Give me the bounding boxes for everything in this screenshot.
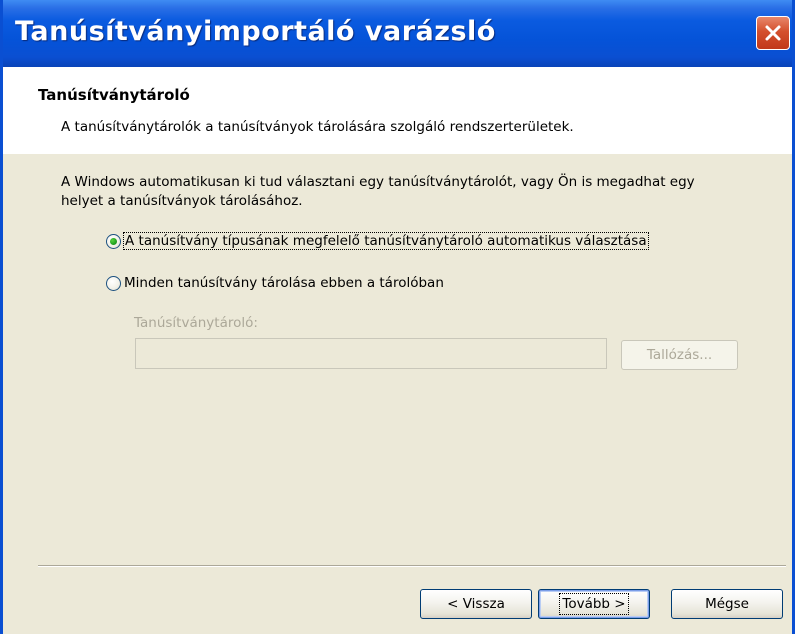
title-bar[interactable]: Tanúsítványimportáló varázsló <box>3 0 792 67</box>
cancel-button[interactable]: Mégse <box>671 589 783 619</box>
store-field-label: Tanúsítványtároló: <box>134 315 258 331</box>
radio-button-checked[interactable] <box>106 233 121 249</box>
radio-button-unchecked[interactable] <box>106 275 121 291</box>
cancel-button-label: Mégse <box>705 596 749 612</box>
close-button[interactable] <box>756 16 790 50</box>
header-divider <box>3 153 792 154</box>
footer-divider <box>38 565 786 567</box>
browse-button-label: Tallózás... <box>646 347 713 363</box>
radio-manual-label[interactable]: Minden tanúsítvány tárolása ebben a táro… <box>124 275 444 291</box>
back-button-label: < Vissza <box>447 596 505 612</box>
next-button[interactable]: Tovább > <box>538 589 650 619</box>
page-subtitle: A tanúsítványtárolók a tanúsítványok tár… <box>61 119 574 135</box>
back-button[interactable]: < Vissza <box>420 589 532 619</box>
intro-text: A Windows automatikusan ki tud választan… <box>61 174 695 209</box>
page-title: Tanúsítványtároló <box>38 86 190 104</box>
radio-automatic-store[interactable]: A tanúsítvány típusának megfelelő tanúsí… <box>106 232 649 250</box>
close-icon <box>764 24 782 42</box>
wizard-window: Tanúsítványimportáló varázsló Tanúsítván… <box>0 0 795 634</box>
certificate-store-field <box>135 338 607 369</box>
radio-automatic-label[interactable]: A tanúsítvány típusának megfelelő tanúsí… <box>123 232 649 250</box>
radio-manual-store[interactable]: Minden tanúsítvány tárolása ebben a táro… <box>106 275 444 291</box>
next-button-label: Tovább > <box>559 593 629 615</box>
wizard-header: Tanúsítványtároló A tanúsítványtárolók a… <box>3 67 792 154</box>
window-title: Tanúsítványimportáló varázsló <box>15 16 496 47</box>
browse-button: Tallózás... <box>621 340 738 370</box>
